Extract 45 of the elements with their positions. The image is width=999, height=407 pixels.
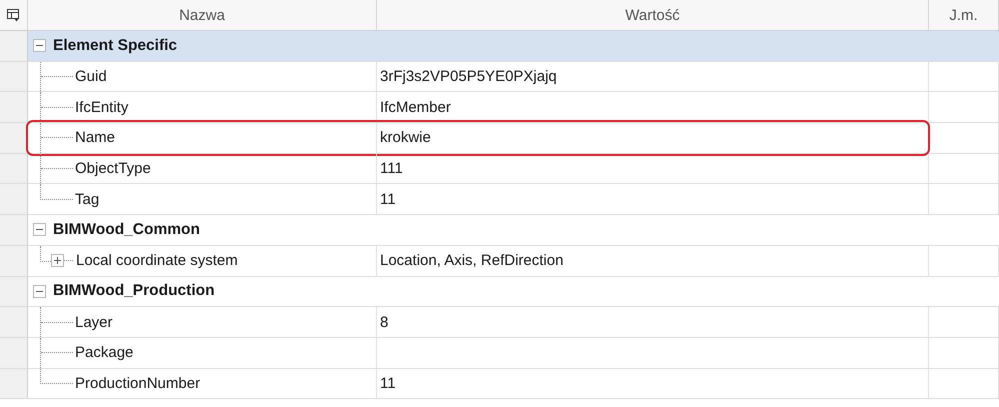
- collapse-icon[interactable]: [33, 39, 46, 52]
- column-header[interactable]: J.m.: [929, 0, 999, 30]
- tree-line: [40, 92, 73, 122]
- property-name: Guid: [75, 68, 107, 86]
- group-row[interactable]: Element Specific: [28, 31, 999, 61]
- group-title: BIMWood_Common: [53, 220, 200, 239]
- group-row[interactable]: BIMWood_Common: [28, 215, 999, 245]
- property-value: 11: [380, 190, 396, 208]
- group-row[interactable]: BIMWood_Production: [28, 276, 999, 306]
- collapse-icon[interactable]: [33, 223, 46, 236]
- column-chooser-icon[interactable]: [7, 8, 20, 22]
- property-name: ProductionNumber: [75, 374, 200, 392]
- property-value: 3rFj3s2VP05P5YE0PXjajq: [380, 68, 557, 86]
- property-value: 11: [380, 374, 396, 392]
- property-name: Name: [75, 129, 116, 146]
- tree-line: [40, 123, 73, 153]
- property-value: krokwie: [380, 129, 431, 146]
- property-value: Location, Axis, RefDirection: [380, 252, 564, 270]
- property-value: 111: [380, 160, 403, 178]
- property-name: Local coordinate system: [76, 252, 238, 270]
- property-name-cell[interactable]: Package: [28, 338, 377, 368]
- column-header[interactable]: Wartość: [377, 0, 929, 30]
- column-header[interactable]: Nazwa: [28, 0, 377, 30]
- property-value: 8: [380, 314, 388, 331]
- property-name-cell[interactable]: Local coordinate system: [28, 246, 377, 276]
- property-name-cell[interactable]: Name: [28, 123, 377, 153]
- property-name-cell[interactable]: Guid: [28, 62, 377, 92]
- property-name-cell[interactable]: Layer: [28, 307, 377, 337]
- expand-icon[interactable]: [51, 254, 64, 268]
- property-name: Layer: [75, 314, 113, 331]
- property-name: ObjectType: [75, 160, 151, 178]
- property-name: Tag: [75, 190, 100, 208]
- property-name-cell[interactable]: Tag: [28, 184, 377, 214]
- row-header[interactable]: [0, 123, 28, 153]
- property-name-cell[interactable]: IfcEntity: [28, 92, 377, 122]
- collapse-icon[interactable]: [33, 284, 46, 298]
- group-title: BIMWood_Production: [53, 282, 215, 300]
- tree-line: [40, 62, 73, 92]
- property-name: Package: [75, 344, 134, 362]
- property-name-cell[interactable]: ObjectType: [28, 154, 377, 184]
- property-name-cell[interactable]: ProductionNumber: [28, 368, 377, 398]
- property-value: IfcMember: [380, 98, 451, 116]
- group-title: Element Specific: [53, 36, 178, 55]
- tree-line: [40, 307, 73, 337]
- property-name: IfcEntity: [75, 98, 128, 116]
